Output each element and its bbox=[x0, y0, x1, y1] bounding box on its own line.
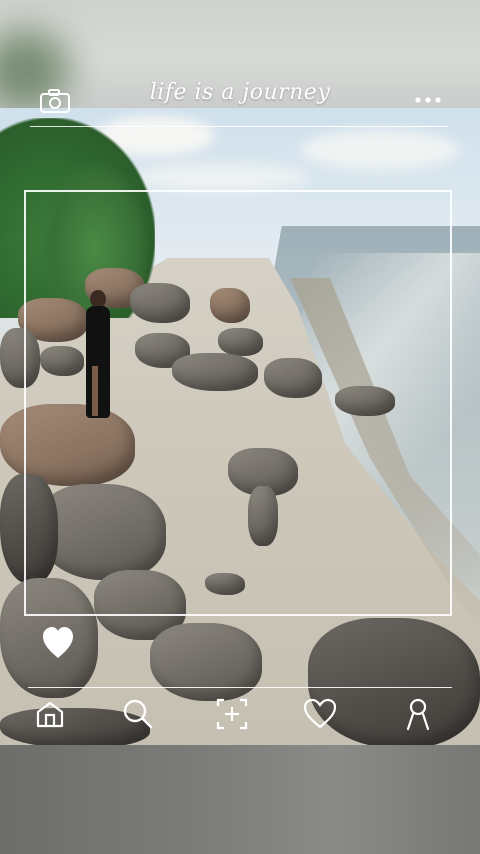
heart-icon[interactable] bbox=[302, 696, 338, 732]
screen: life is a journey bbox=[0, 0, 480, 854]
header-divider bbox=[30, 126, 448, 127]
nav-divider bbox=[28, 687, 452, 688]
more-dots-icon[interactable] bbox=[410, 88, 446, 112]
blurred-bottom-background bbox=[0, 745, 480, 854]
search-icon[interactable] bbox=[120, 696, 156, 732]
profile-icon[interactable] bbox=[400, 696, 436, 732]
add-post-icon[interactable] bbox=[214, 696, 250, 732]
home-icon[interactable] bbox=[32, 696, 68, 732]
heart-filled-icon[interactable] bbox=[42, 626, 76, 664]
bottom-nav bbox=[0, 696, 480, 736]
photo-frame bbox=[24, 190, 452, 616]
app-title: life is a journey bbox=[149, 80, 331, 105]
